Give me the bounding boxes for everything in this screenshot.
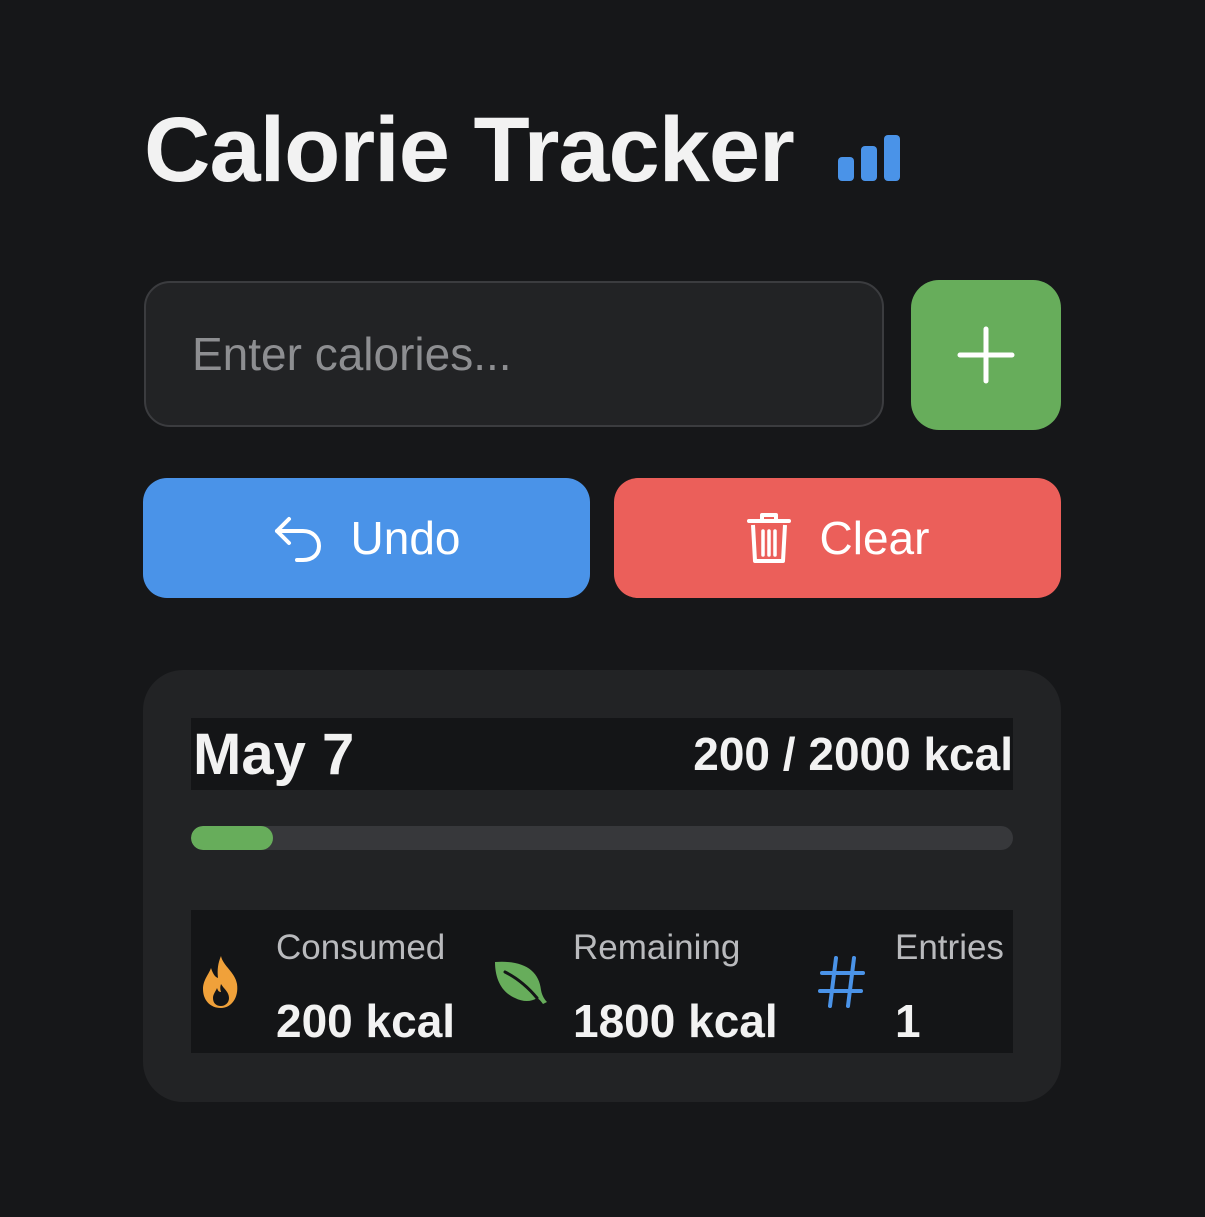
undo-button[interactable]: Undo <box>143 478 590 598</box>
entries-value: 1 <box>895 995 921 1047</box>
leaf-icon <box>495 961 547 1004</box>
stats-row: Consumed 200 kcal Remaining 1800 kcal En… <box>191 910 1013 1053</box>
fire-icon <box>203 956 238 1008</box>
clear-label: Clear <box>819 512 930 564</box>
progress-fill <box>191 826 274 850</box>
clear-button[interactable]: Clear <box>614 478 1061 598</box>
progress-bar <box>191 826 1013 850</box>
trash-icon <box>746 513 791 563</box>
daily-total: 200 / 2000 kcal <box>693 728 1013 780</box>
undo-arrow-icon <box>274 517 321 562</box>
calorie-tracker-app: Calorie Tracker Undo Clear <box>0 0 1205 1217</box>
card-header: May 7 200 / 2000 kcal <box>191 718 1013 790</box>
consumed-label: Consumed <box>276 928 446 967</box>
page-title: Calorie Tracker <box>144 99 795 201</box>
calorie-input-wrapper <box>144 281 884 427</box>
title-row: Calorie Tracker <box>144 100 900 200</box>
add-button[interactable] <box>911 280 1061 430</box>
bar-chart-icon <box>837 135 900 181</box>
plus-icon <box>957 326 1015 384</box>
consumed-value: 200 kcal <box>276 995 456 1047</box>
remaining-label: Remaining <box>573 928 741 967</box>
entries-label: Entries <box>895 928 1004 967</box>
undo-label: Undo <box>350 512 461 564</box>
hash-icon <box>818 956 865 1008</box>
remaining-value: 1800 kcal <box>573 995 778 1047</box>
date-label: May 7 <box>193 721 355 787</box>
daily-summary-card: May 7 200 / 2000 kcal Consumed 200 kcal … <box>143 670 1061 1102</box>
calorie-input[interactable] <box>146 283 882 425</box>
